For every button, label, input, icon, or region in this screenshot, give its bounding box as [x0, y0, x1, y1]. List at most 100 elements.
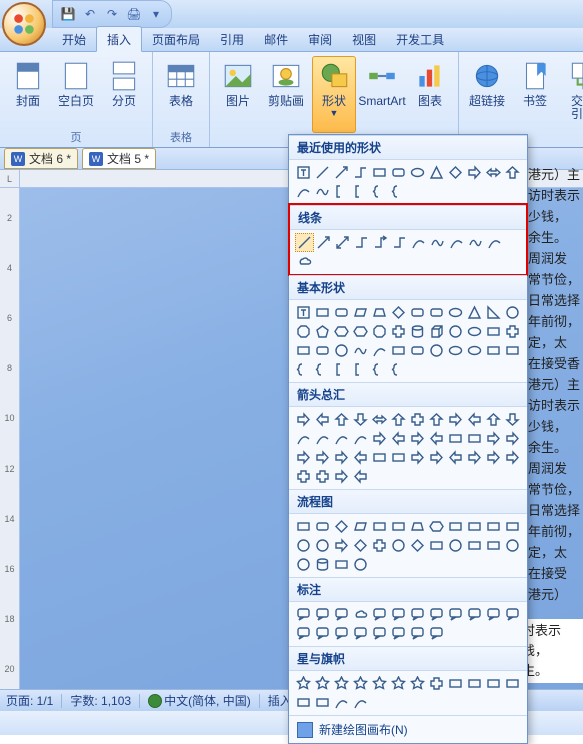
- shape-ellipse[interactable]: [446, 341, 465, 360]
- shape-oct[interactable]: [370, 322, 389, 341]
- shape-rect[interactable]: [389, 341, 408, 360]
- shape-larrow[interactable]: [313, 410, 332, 429]
- clipart-button[interactable]: 剪贴画: [264, 56, 308, 133]
- shape-cloud[interactable]: [295, 252, 314, 271]
- shape-brace[interactable]: [313, 360, 332, 379]
- shape-rect[interactable]: [484, 517, 503, 536]
- shape-star[interactable]: [332, 674, 351, 693]
- shape-curve[interactable]: [351, 693, 370, 712]
- shape-callout[interactable]: [484, 605, 503, 624]
- shape-rarrow[interactable]: [503, 448, 522, 467]
- shape-rarrow[interactable]: [332, 536, 351, 555]
- shape-callout[interactable]: [446, 605, 465, 624]
- shape-circle[interactable]: [427, 341, 446, 360]
- shape-rrect[interactable]: [427, 303, 446, 322]
- shape-free[interactable]: [313, 182, 332, 201]
- shape-plus[interactable]: [503, 322, 522, 341]
- shape-rect[interactable]: [446, 674, 465, 693]
- shape-text[interactable]: [294, 163, 313, 182]
- shape-text[interactable]: [294, 303, 313, 322]
- tab-view[interactable]: 视图: [342, 27, 386, 51]
- shape-ellipse[interactable]: [446, 303, 465, 322]
- qat-more-icon[interactable]: ▾: [147, 5, 165, 23]
- shape-bracket[interactable]: [351, 360, 370, 379]
- shape-dia[interactable]: [389, 303, 408, 322]
- shape-star[interactable]: [313, 674, 332, 693]
- page-break-button[interactable]: 分页: [102, 56, 146, 129]
- shape-circle[interactable]: [332, 341, 351, 360]
- shape-rect[interactable]: [294, 341, 313, 360]
- shape-rect[interactable]: [465, 429, 484, 448]
- shape-trap[interactable]: [408, 517, 427, 536]
- tab-insert[interactable]: 插入: [96, 26, 142, 52]
- shape-rect[interactable]: [503, 674, 522, 693]
- cover-page-button[interactable]: 封面: [6, 56, 50, 129]
- tab-mailings[interactable]: 邮件: [254, 27, 298, 51]
- shape-star[interactable]: [408, 674, 427, 693]
- chart-button[interactable]: 图表: [408, 56, 452, 133]
- doc-tab-2[interactable]: W 文档 5 *: [82, 148, 156, 169]
- table-button[interactable]: 表格: [159, 56, 203, 129]
- shape-brace[interactable]: [389, 360, 408, 379]
- shape-curve[interactable]: [332, 429, 351, 448]
- shape-rect[interactable]: [503, 517, 522, 536]
- shape-curve[interactable]: [294, 429, 313, 448]
- shape-callout[interactable]: [389, 605, 408, 624]
- shape-darrow2[interactable]: [503, 410, 522, 429]
- shape-rarrow[interactable]: [332, 448, 351, 467]
- shape-circle[interactable]: [351, 555, 370, 574]
- shape-callout[interactable]: [294, 605, 313, 624]
- shape-free[interactable]: [466, 233, 485, 252]
- shape-uarrow[interactable]: [484, 410, 503, 429]
- shape-callout[interactable]: [313, 624, 332, 643]
- shape-larrow[interactable]: [446, 448, 465, 467]
- shape-arrow[interactable]: [314, 233, 333, 252]
- shape-plus[interactable]: [370, 536, 389, 555]
- tab-review[interactable]: 审阅: [298, 27, 342, 51]
- shape-pent[interactable]: [313, 322, 332, 341]
- shape-curve[interactable]: [485, 233, 504, 252]
- undo-icon[interactable]: ↶: [81, 5, 99, 23]
- shape-rect[interactable]: [465, 536, 484, 555]
- shape-circle[interactable]: [389, 536, 408, 555]
- shape-oct[interactable]: [294, 322, 313, 341]
- shape-uarrow[interactable]: [332, 410, 351, 429]
- shape-rarrow[interactable]: [484, 448, 503, 467]
- shape-rect[interactable]: [427, 536, 446, 555]
- shape-rect[interactable]: [370, 448, 389, 467]
- shape-plus[interactable]: [427, 674, 446, 693]
- shape-rrect[interactable]: [408, 303, 427, 322]
- shape-curve[interactable]: [447, 233, 466, 252]
- shape-star[interactable]: [351, 674, 370, 693]
- shape-elbow[interactable]: [390, 233, 409, 252]
- shape-lrarrow[interactable]: [370, 410, 389, 429]
- shape-hex[interactable]: [351, 322, 370, 341]
- shape-ellipse[interactable]: [408, 163, 427, 182]
- shape-rrect[interactable]: [408, 341, 427, 360]
- shapes-button[interactable]: 形状 ▼: [312, 56, 356, 133]
- shape-circle[interactable]: [294, 555, 313, 574]
- shape-circle[interactable]: [294, 536, 313, 555]
- shape-callout[interactable]: [332, 624, 351, 643]
- shape-line[interactable]: [313, 163, 332, 182]
- shape-circle[interactable]: [446, 322, 465, 341]
- shape-plus[interactable]: [408, 410, 427, 429]
- shape-rtri[interactable]: [484, 303, 503, 322]
- new-drawing-canvas[interactable]: 新建绘图画布(N): [289, 715, 527, 743]
- shape-larrow[interactable]: [351, 448, 370, 467]
- shape-callout[interactable]: [408, 624, 427, 643]
- shape-star[interactable]: [294, 674, 313, 693]
- office-button[interactable]: [2, 2, 46, 46]
- shape-arrow[interactable]: [332, 163, 351, 182]
- picture-button[interactable]: 图片: [216, 56, 260, 133]
- shape-cloud[interactable]: [351, 605, 370, 624]
- shape-hex[interactable]: [332, 322, 351, 341]
- shape-plus[interactable]: [294, 467, 313, 486]
- print-icon[interactable]: 🖨: [125, 5, 143, 23]
- shape-rect[interactable]: [503, 341, 522, 360]
- shape-rrect[interactable]: [313, 341, 332, 360]
- shape-rect[interactable]: [484, 341, 503, 360]
- shape-curve[interactable]: [370, 341, 389, 360]
- shape-uarrow[interactable]: [503, 163, 522, 182]
- shape-rarrow[interactable]: [313, 448, 332, 467]
